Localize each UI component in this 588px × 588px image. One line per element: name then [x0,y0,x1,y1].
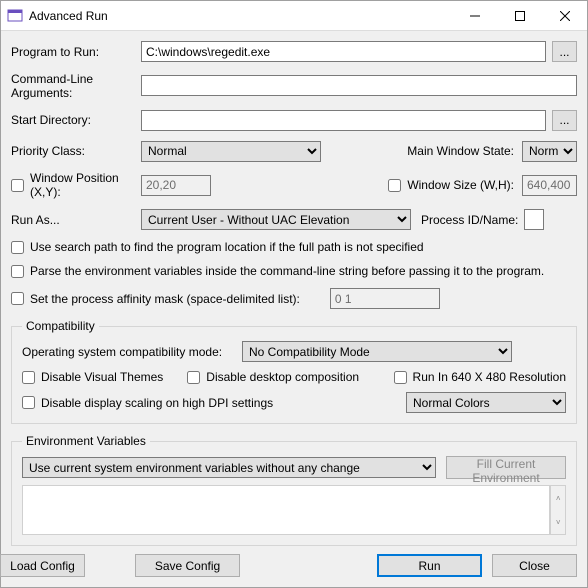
args-label: Command-Line Arguments: [11,72,141,100]
chevron-up-icon: ˄ [551,486,565,510]
priority-label: Priority Class: [11,144,141,158]
maximize-button[interactable] [497,1,542,30]
priority-select[interactable]: Normal [141,141,321,162]
pidname-input[interactable] [524,209,544,230]
pidname-label: Process ID/Name: [421,213,518,227]
load-config-button[interactable]: Load Config [0,554,85,577]
winpos-label: Window Position (X,Y): [28,171,141,199]
env-spinner[interactable]: ˄˅ [550,485,566,535]
startdir-label: Start Directory: [11,113,141,127]
content: Program to Run: ... Command-Line Argumen… [1,31,587,546]
r640-label: Run In 640 X 480 Resolution [411,370,566,384]
compatmode-label: Operating system compatibility mode: [22,345,242,359]
env-textarea [22,485,550,535]
program-label: Program to Run: [11,45,141,59]
winpos-checkbox[interactable] [11,179,24,192]
compat-group: Compatibility Operating system compatibi… [11,319,577,424]
winsize-input [522,175,577,196]
ddc-label: Disable desktop composition [204,370,359,384]
button-bar: Load Config Save Config Run Close [1,546,587,587]
ddc-checkbox[interactable] [187,371,200,384]
ddpi-checkbox[interactable] [22,396,35,409]
searchpath-label: Use search path to find the program loca… [28,240,424,254]
fillenv-button: Fill Current Environment [446,456,566,479]
args-input[interactable] [141,75,577,96]
searchpath-checkbox[interactable] [11,241,24,254]
startdir-browse-button[interactable]: ... [552,110,577,131]
titlebar: Advanced Run [1,1,587,31]
ddpi-label: Disable display scaling on high DPI sett… [39,396,273,410]
runas-select[interactable]: Current User - Without UAC Elevation [141,209,411,230]
startdir-input[interactable] [141,110,546,131]
close-button[interactable] [542,1,587,30]
program-input[interactable] [141,41,546,62]
parseenv-checkbox[interactable] [11,265,24,278]
colors-select[interactable]: Normal Colors [406,392,566,413]
mainwin-select[interactable]: Normal [522,141,577,162]
winsize-label: Window Size (W,H): [405,178,514,192]
compat-legend: Compatibility [22,319,99,333]
compatmode-select[interactable]: No Compatibility Mode [242,341,512,362]
envmode-select[interactable]: Use current system environment variables… [22,457,436,478]
dvt-checkbox[interactable] [22,371,35,384]
run-button[interactable]: Run [377,554,482,577]
env-legend: Environment Variables [22,434,150,448]
affinity-label: Set the process affinity mask (space-del… [28,292,300,306]
mainwin-label: Main Window State: [395,144,514,158]
chevron-down-icon: ˅ [551,510,565,534]
advanced-run-window: Advanced Run Program to Run: ... Command… [0,0,588,588]
minimize-button[interactable] [452,1,497,30]
runas-label: Run As... [11,213,141,227]
parseenv-label: Parse the environment variables inside t… [28,264,544,278]
window-title: Advanced Run [29,9,452,23]
affinity-input [330,288,440,309]
env-group: Environment Variables Use current system… [11,434,577,546]
winsize-checkbox[interactable] [388,179,401,192]
dvt-label: Disable Visual Themes [39,370,163,384]
program-browse-button[interactable]: ... [552,41,577,62]
app-icon [7,8,23,24]
save-config-button[interactable]: Save Config [135,554,240,577]
close-dialog-button[interactable]: Close [492,554,577,577]
winpos-input [141,175,211,196]
affinity-checkbox[interactable] [11,292,24,305]
r640-checkbox[interactable] [394,371,407,384]
